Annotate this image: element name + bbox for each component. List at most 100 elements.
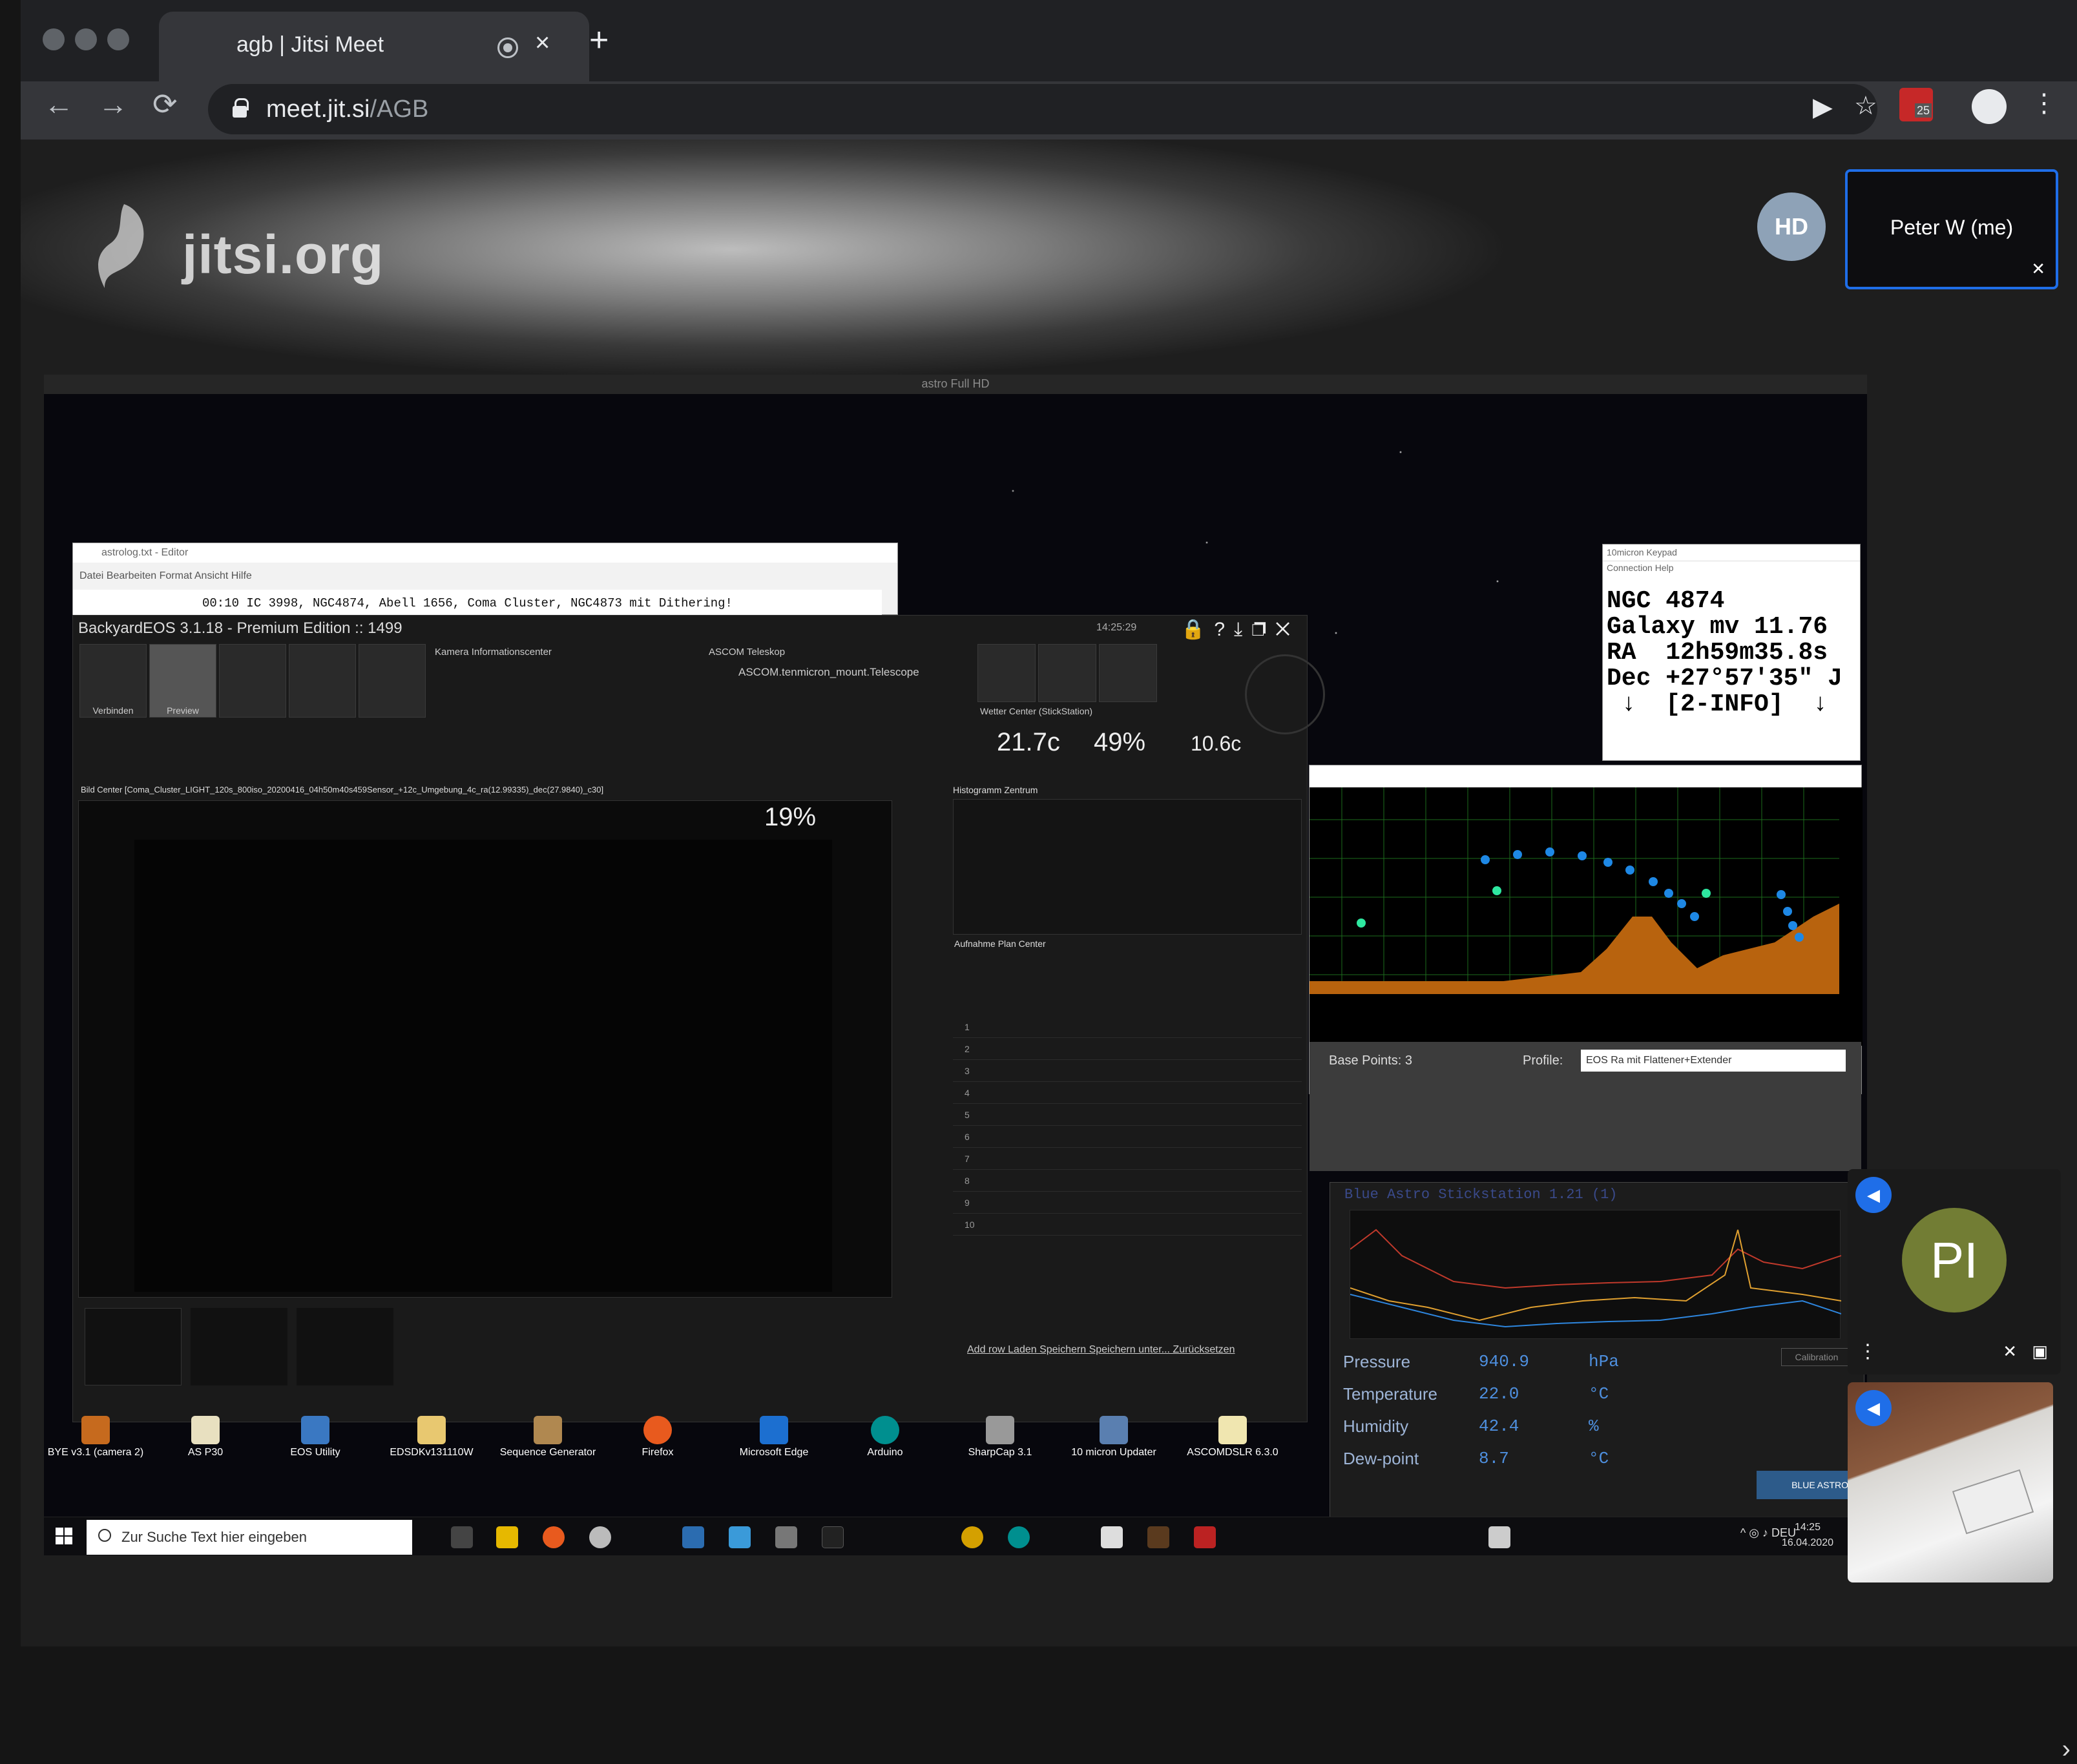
daylight-tile[interactable]	[1038, 644, 1096, 702]
temperature-row: Temperature 22.0 °C	[1343, 1384, 1609, 1404]
thumbnail-3[interactable]	[297, 1308, 393, 1385]
table-row[interactable]: 3	[953, 1060, 1302, 1082]
jitsi-conference: jitsi.org HD Peter W (me) ✕ astro Full H…	[21, 140, 2077, 1763]
tab-close-icon[interactable]: ×	[535, 28, 550, 57]
plan-links[interactable]: Add row Laden Speichern Speichern unter.…	[967, 1344, 1235, 1356]
table-row[interactable]: 2	[953, 1038, 1302, 1060]
app-icon[interactable]	[589, 1526, 611, 1548]
desktop-icon[interactable]: Sequence Generator	[496, 1416, 600, 1458]
zoom-level[interactable]: 19%	[764, 803, 816, 832]
participant-tile-pi[interactable]: ◀ PI ⋮ ✕ ▣	[1848, 1169, 2061, 1375]
taskbar-search[interactable]: Zur Suche Text hier eingeben	[87, 1520, 412, 1555]
table-row[interactable]: 10	[953, 1214, 1302, 1236]
participant-tile-camera[interactable]: ◀	[1848, 1382, 2053, 1582]
settings-tile[interactable]	[1099, 644, 1157, 702]
desktop-icon[interactable]: ASCOMDSLR 6.3.0	[1181, 1416, 1284, 1458]
notepad-text[interactable]: 00:10 IC 3998, NGC4874, Abell 1656, Coma…	[73, 590, 882, 616]
profile-icon[interactable]	[1972, 89, 2007, 124]
windows-start-icon[interactable]	[56, 1528, 72, 1544]
back-icon[interactable]: ←	[44, 89, 74, 119]
table-row[interactable]: 1	[953, 1016, 1302, 1038]
desktop-icon[interactable]: Arduino	[833, 1416, 937, 1458]
taskbar-clock[interactable]: 14:25 16.04.2020	[1782, 1520, 1833, 1551]
table-row[interactable]: 4	[953, 1082, 1302, 1104]
desktop-icon[interactable]: EOS Utility	[264, 1416, 367, 1458]
desktop-icon[interactable]: BYE v3.1 (camera 2)	[44, 1416, 147, 1458]
tile-5[interactable]	[359, 644, 426, 718]
table-row[interactable]: 5	[953, 1104, 1302, 1126]
participant-menu-icon[interactable]: ⋮	[1858, 1340, 1877, 1363]
windows-taskbar: Zur Suche Text hier eingeben ^ ◎ ♪ DEU 1…	[44, 1517, 1867, 1555]
app-icon[interactable]	[682, 1526, 704, 1548]
desktop-icon[interactable]: EDSDKv131110W	[380, 1416, 483, 1458]
keypad-lcd: NGC 4874 Galaxy mv 11.76 RA 12h59m35.8s …	[1607, 587, 1842, 718]
jitsi-logo-text: jitsi.org	[182, 224, 384, 285]
model-controls: Base Points: 3 Profile: EOS Ra mit Flatt…	[1310, 1042, 1861, 1171]
filter-tile[interactable]	[977, 644, 1036, 702]
desktop-icon[interactable]: Firefox	[606, 1416, 709, 1458]
bookmark-star-icon[interactable]: ☆	[1854, 93, 1877, 119]
calibration-button[interactable]: Calibration	[1781, 1348, 1852, 1366]
notepad-window: astrolog.txt - Editor Datei Bearbeiten F…	[72, 543, 898, 616]
address-bar[interactable]: meet.jit.si/AGB ▶ ☆	[208, 84, 1877, 134]
forward-icon[interactable]: →	[98, 89, 128, 119]
firefox-icon[interactable]	[543, 1526, 565, 1548]
preview-tile[interactable]: Preview	[149, 644, 216, 718]
new-tab-button[interactable]: +	[589, 23, 609, 57]
profile-select[interactable]: EOS Ra mit Flattener+Extender	[1581, 1050, 1846, 1072]
menu-kebab-icon[interactable]: ⋮	[2031, 90, 2057, 116]
abort-dial[interactable]	[1245, 654, 1325, 734]
desktop-icon[interactable]: AS P30	[154, 1416, 257, 1458]
app-icon[interactable]	[961, 1526, 983, 1548]
app-icon[interactable]	[1194, 1526, 1216, 1548]
table-row[interactable]: 9	[953, 1192, 1302, 1214]
byeos-title: BackyardEOS 3.1.18 - Premium Edition :: …	[78, 619, 402, 637]
backyardeos-icon[interactable]	[1147, 1526, 1169, 1548]
reload-icon[interactable]: ⟳	[152, 89, 178, 119]
close-window-button[interactable]	[43, 28, 65, 50]
minimize-window-button[interactable]	[75, 28, 97, 50]
extension-icon[interactable]: 25	[1899, 88, 1933, 121]
keypad-menu[interactable]: Connection Help	[1603, 561, 1860, 574]
desktop-icon[interactable]: SharpCap 3.1	[948, 1416, 1052, 1458]
thumbnail-1[interactable]	[85, 1308, 182, 1385]
thumbnail-2[interactable]	[191, 1308, 287, 1385]
image-viewer[interactable]	[78, 800, 892, 1298]
calculator-icon[interactable]	[1488, 1526, 1510, 1548]
horizon-plot	[1310, 787, 1863, 1046]
tab-title: agb | Jitsi Meet	[236, 32, 384, 57]
browser-toolbar: ← → ⟳ meet.jit.si/AGB ▶ ☆ 25 ⋮	[21, 81, 2077, 140]
self-thumbnail[interactable]: Peter W (me) ✕	[1845, 169, 2058, 289]
desktop-icon[interactable]: Microsoft Edge	[722, 1416, 826, 1458]
camera-icon[interactable]: ▶	[1813, 94, 1833, 120]
share-window-title: astro Full HD	[921, 377, 990, 390]
terminal-icon[interactable]	[822, 1526, 844, 1548]
desktop-icon[interactable]: 10 micron Updater	[1062, 1416, 1165, 1458]
ascom-driver[interactable]: ASCOM.tenmicron_mount.Telescope	[738, 666, 919, 679]
tile-3[interactable]	[219, 644, 286, 718]
table-row[interactable]: 6	[953, 1126, 1302, 1148]
app-icon[interactable]	[775, 1526, 797, 1548]
file-explorer-icon[interactable]	[496, 1526, 518, 1548]
histogram-title: Histogramm Zentrum	[953, 785, 1038, 795]
keypad-title: 10micron Keypad	[1603, 545, 1860, 561]
participant-avatar-hd[interactable]: HD	[1757, 192, 1826, 261]
byeos-window-controls[interactable]: 🔒?⤓❐✕	[1181, 618, 1299, 641]
maximize-window-button[interactable]	[107, 28, 129, 50]
notepad-menu[interactable]: Datei Bearbeiten Format Ansicht Hilfe	[79, 570, 252, 582]
capture-plan-table[interactable]: 1 2 3 4 5 6 7 8 9 10	[953, 1016, 1302, 1236]
table-row[interactable]: 7	[953, 1148, 1302, 1170]
arduino-icon[interactable]	[1008, 1526, 1030, 1548]
browser-tab[interactable]: agb | Jitsi Meet ×	[159, 12, 589, 81]
model-maker-window: Base Points: 3 Profile: EOS Ra mit Flatt…	[1309, 765, 1863, 1171]
tile-4[interactable]	[289, 644, 356, 718]
chevron-right-icon[interactable]: ›	[2062, 1735, 2071, 1764]
horizon-chart	[1310, 787, 1863, 1046]
app-icon[interactable]	[1101, 1526, 1123, 1548]
connect-tile[interactable]: Verbinden	[79, 644, 147, 718]
profile-label: Profile:	[1523, 1053, 1563, 1068]
app-icon[interactable]	[729, 1526, 751, 1548]
histogram-panel	[953, 799, 1302, 935]
table-row[interactable]: 8	[953, 1170, 1302, 1192]
task-view-icon[interactable]	[451, 1526, 473, 1548]
